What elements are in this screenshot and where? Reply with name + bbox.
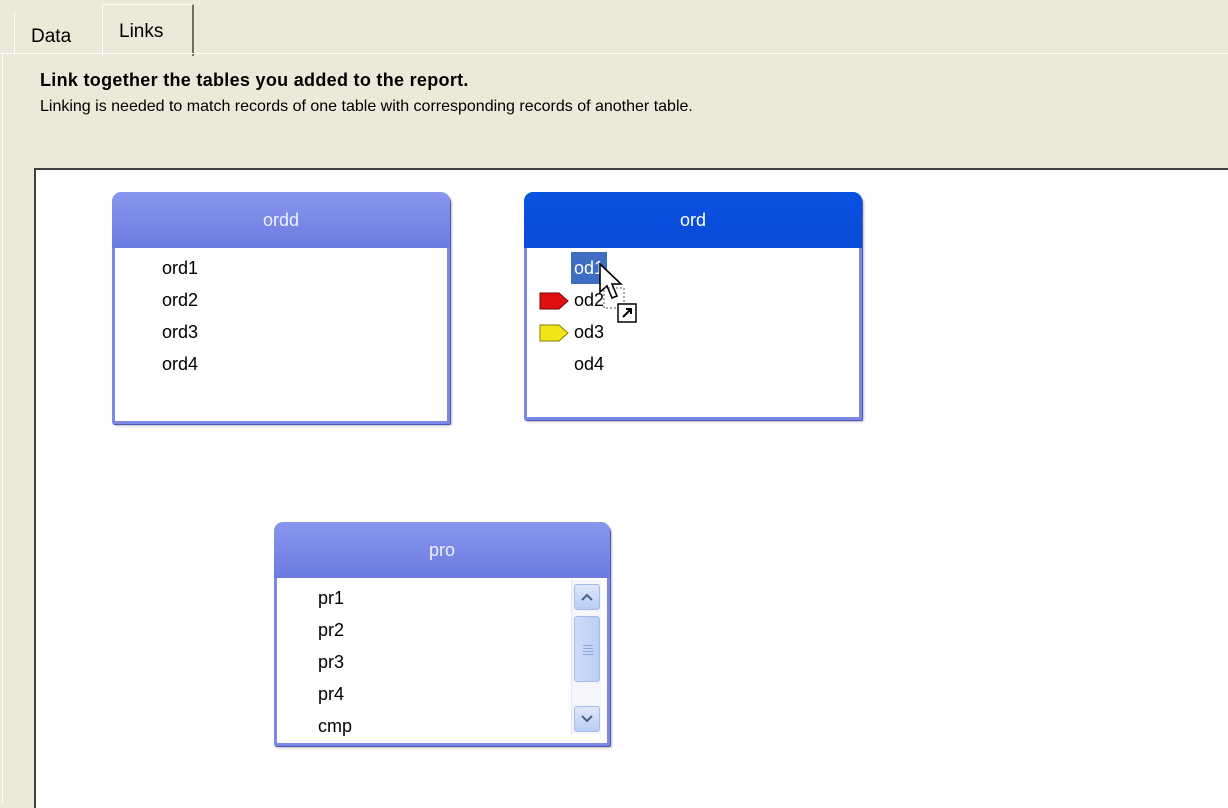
field-label: pr4	[318, 684, 345, 704]
field-od4[interactable]: od4	[527, 348, 859, 380]
field-label: ord3	[162, 322, 199, 342]
grip-line	[583, 654, 593, 655]
chevron-down-icon	[581, 715, 593, 723]
panel-border	[2, 54, 3, 803]
scroll-down-button[interactable]	[574, 706, 600, 732]
field-ord2[interactable]: ord2	[115, 284, 447, 316]
field-label: pr2	[318, 620, 345, 640]
field-pr3[interactable]: pr3	[277, 646, 607, 678]
grip-line	[583, 648, 593, 649]
field-label: ord2	[162, 290, 199, 310]
page-heading: Link together the tables you added to th…	[40, 70, 469, 90]
table-ordd-header[interactable]: ordd	[112, 192, 450, 248]
grip-line	[583, 651, 593, 652]
tab-data[interactable]: Data	[14, 12, 104, 54]
scroll-up-button[interactable]	[574, 584, 600, 610]
scroll-thumb[interactable]	[574, 616, 600, 682]
field-od1[interactable]: od1	[527, 252, 859, 284]
field-label: ord4	[162, 354, 199, 374]
field-ord4[interactable]: ord4	[115, 348, 447, 380]
field-ord3[interactable]: ord3	[115, 316, 447, 348]
table-ord-fields: od1 od2 od3 od4	[527, 248, 859, 380]
field-label: pr1	[318, 588, 345, 608]
field-cmp[interactable]: cmp	[277, 710, 607, 742]
table-pro[interactable]: pro pr1 pr2 pr3 pr4 cmp	[274, 522, 610, 746]
field-pr2[interactable]: pr2	[277, 614, 607, 646]
chevron-up-icon	[581, 593, 593, 601]
field-od3[interactable]: od3	[527, 316, 859, 348]
field-pr1[interactable]: pr1	[277, 582, 607, 614]
field-pr4[interactable]: pr4	[277, 678, 607, 710]
table-ordd[interactable]: ordd ord1 ord2 ord3 ord4	[112, 192, 450, 424]
vertical-scrollbar[interactable]	[571, 580, 601, 734]
table-ord-header[interactable]: ord	[524, 192, 862, 248]
tab-links[interactable]: Links	[102, 4, 194, 56]
tab-divider	[0, 53, 1228, 54]
yellow-link-tag-icon	[539, 324, 569, 342]
tab-strip: Data Links	[0, 0, 1228, 56]
field-label: cmp	[318, 716, 353, 736]
field-label: pr3	[318, 652, 345, 672]
field-label: od4	[574, 354, 605, 374]
table-pro-header[interactable]: pro	[274, 522, 610, 578]
red-link-tag-icon	[539, 292, 569, 310]
table-ordd-fields: ord1 ord2 ord3 ord4	[115, 248, 447, 380]
grip-line	[583, 645, 593, 646]
drag-link-cursor-icon	[599, 262, 637, 323]
field-label: ord1	[162, 258, 199, 278]
page-description: Linking is needed to match records of on…	[40, 98, 693, 115]
field-ord1[interactable]: ord1	[115, 252, 447, 284]
table-ord[interactable]: ord od1 od2 od3 od4	[524, 192, 862, 420]
table-pro-fields: pr1 pr2 pr3 pr4 cmp	[277, 578, 607, 742]
field-od2[interactable]: od2	[527, 284, 859, 316]
